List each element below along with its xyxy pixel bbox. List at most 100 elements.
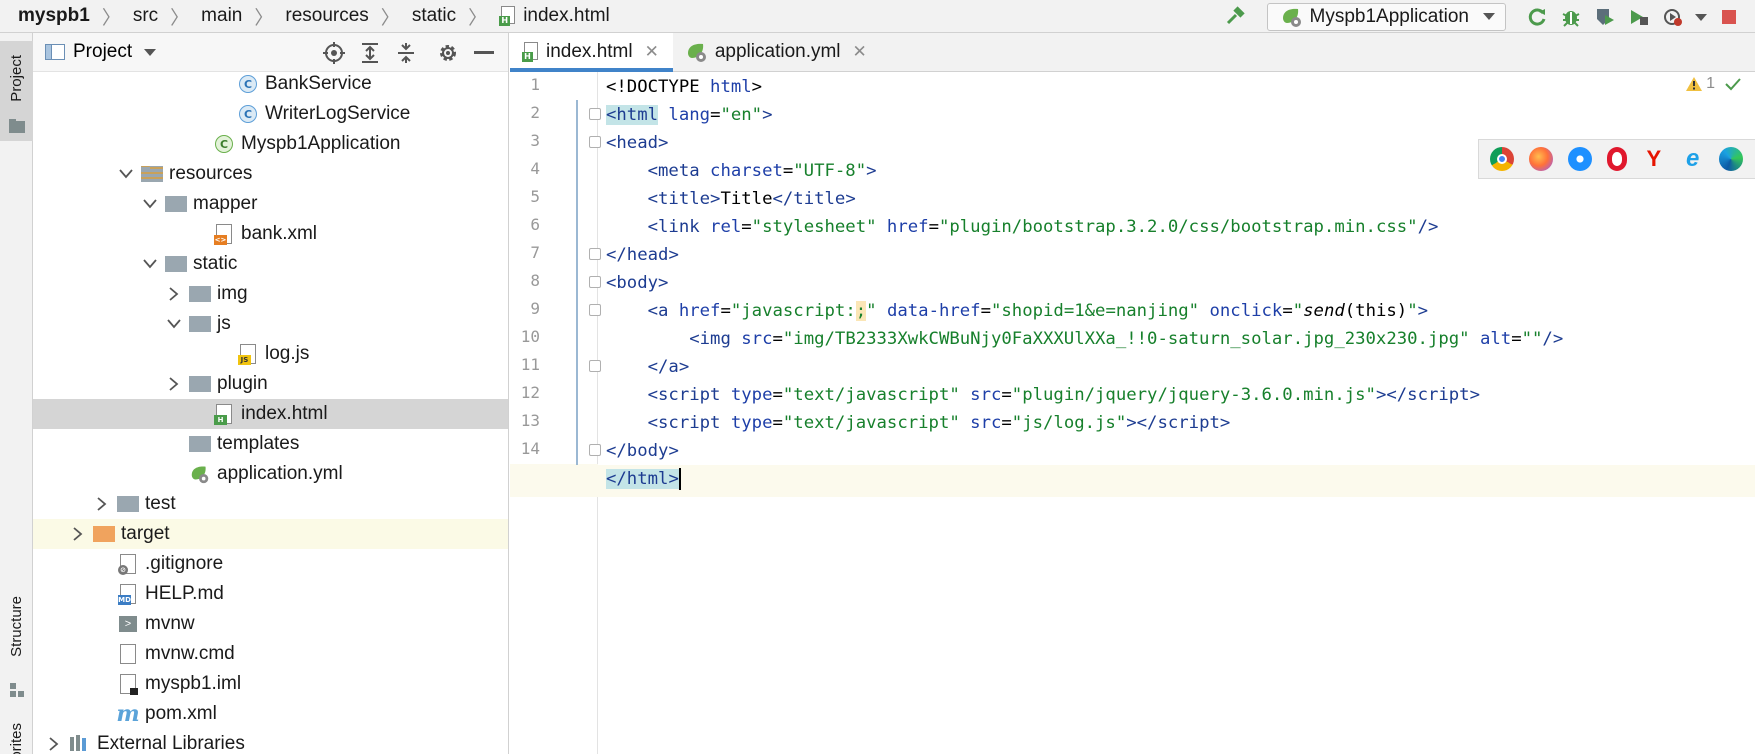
code-line-10[interactable]: <img src="img/TB2333XwkCWBuNjy0FaXXXUlXX…	[606, 324, 1563, 355]
build-hammer-icon[interactable]	[1222, 3, 1250, 31]
tree-item[interactable]: C Myspb1Application	[33, 129, 508, 159]
chevron-right-icon[interactable]	[67, 523, 89, 545]
chrome-icon[interactable]	[1490, 147, 1515, 171]
line-number[interactable]: 4	[510, 159, 540, 178]
line-number[interactable]: 13	[510, 411, 540, 430]
rerun-icon[interactable]	[1523, 3, 1551, 31]
chevron-right-icon[interactable]	[163, 373, 185, 395]
locate-icon[interactable]	[316, 37, 352, 69]
line-number[interactable]: 1	[510, 75, 540, 94]
chevron-right-icon[interactable]	[163, 283, 185, 305]
fold-marker-icon[interactable]	[589, 136, 601, 148]
inspection-widget[interactable]: 1	[1686, 75, 1741, 93]
code-line-4[interactable]: <meta charset="UTF-8">	[606, 156, 877, 187]
breadcrumb-static[interactable]: static	[412, 5, 456, 27]
structure-tool-tab[interactable]: Structure	[0, 573, 33, 703]
breadcrumb-main[interactable]: main	[201, 5, 242, 27]
chevron-down-icon[interactable]	[139, 253, 161, 275]
tree-item[interactable]: js	[33, 309, 508, 339]
profiler-icon[interactable]	[1625, 3, 1653, 31]
debug-icon[interactable]	[1557, 3, 1585, 31]
project-tool-tab[interactable]: Project	[0, 41, 33, 141]
line-number[interactable]: 6	[510, 215, 540, 234]
line-number[interactable]: 7	[510, 243, 540, 262]
line-number[interactable]: 10	[510, 327, 540, 346]
tree-item[interactable]: application.yml	[33, 459, 508, 489]
tree-item[interactable]: plugin	[33, 369, 508, 399]
fold-marker-icon[interactable]	[589, 360, 601, 372]
tree-item[interactable]: MD HELP.md	[33, 579, 508, 609]
tree-item[interactable]: m pom.xml	[33, 699, 508, 729]
fold-marker-icon[interactable]	[589, 248, 601, 260]
code-line-12[interactable]: <script type="text/javascript" src="plug…	[606, 380, 1480, 411]
tree-item[interactable]: resources	[33, 159, 508, 189]
code-line-3[interactable]: <head>	[606, 128, 668, 159]
project-view-selector[interactable]: Project	[73, 41, 132, 63]
fold-marker-icon[interactable]	[589, 444, 601, 456]
tab-index-html[interactable]: H index.html ✕	[510, 33, 673, 72]
line-number[interactable]: 8	[510, 271, 540, 290]
breadcrumb-index-html[interactable]: index.html	[523, 5, 610, 27]
code-line-6[interactable]: <link rel="stylesheet" href="plugin/boot…	[606, 212, 1439, 243]
line-number[interactable]: 2	[510, 103, 540, 122]
chevron-right-icon[interactable]	[43, 733, 65, 751]
fold-marker-icon[interactable]	[589, 304, 601, 316]
tree-item[interactable]: JS log.js	[33, 339, 508, 369]
line-number[interactable]: 14	[510, 439, 540, 458]
code-line-15[interactable]: </html>	[606, 464, 681, 495]
code-line-14[interactable]: </body>	[606, 436, 679, 467]
tab-application-yml[interactable]: application.yml ✕	[673, 33, 881, 71]
code-line-11[interactable]: </a>	[606, 352, 690, 383]
run-configuration-dropdown[interactable]: Myspb1Application	[1266, 2, 1506, 31]
tree-item[interactable]: img	[33, 279, 508, 309]
close-icon[interactable]: ✕	[853, 42, 867, 62]
expand-all-icon[interactable]	[352, 37, 388, 69]
tree-item[interactable]: templates	[33, 429, 508, 459]
yandex-icon[interactable]: Y	[1642, 147, 1666, 171]
more-run-options-icon[interactable]	[1693, 3, 1709, 31]
code-line-9[interactable]: <a href="javascript:;" data-href="shopid…	[606, 296, 1428, 327]
chevron-down-icon[interactable]	[163, 313, 185, 335]
code-line-2[interactable]: <html lang="en">	[606, 100, 773, 131]
code-line-5[interactable]: <title>Title</title>	[606, 184, 856, 215]
tree-item[interactable]: static	[33, 249, 508, 279]
line-number[interactable]: 12	[510, 383, 540, 402]
close-icon[interactable]: ✕	[645, 42, 659, 62]
stop-icon[interactable]	[1715, 3, 1743, 31]
breadcrumb-src[interactable]: src	[133, 5, 158, 27]
fold-marker-icon[interactable]	[589, 108, 601, 120]
breadcrumb-resources[interactable]: resources	[285, 5, 368, 27]
breadcrumb-project[interactable]: myspb1	[18, 5, 90, 27]
settings-gear-icon[interactable]	[430, 37, 466, 69]
tree-item[interactable]: ⊘ .gitignore	[33, 549, 508, 579]
tree-item[interactable]: <> bank.xml	[33, 219, 508, 249]
coverage-icon[interactable]	[1591, 3, 1619, 31]
tree-item[interactable]: External Libraries	[33, 729, 508, 751]
opera-icon[interactable]	[1606, 147, 1627, 171]
tree-item[interactable]: mapper	[33, 189, 508, 219]
tree-item[interactable]: target	[33, 519, 508, 549]
tree-item[interactable]: C WriterLogService	[33, 99, 508, 129]
tree-item[interactable]: C BankService	[33, 69, 508, 99]
code-line-8[interactable]: <body>	[606, 268, 668, 299]
firefox-icon[interactable]	[1529, 147, 1554, 171]
tree-item[interactable]: test	[33, 489, 508, 519]
code-line-7[interactable]: </head>	[606, 240, 679, 271]
line-number[interactable]: 3	[510, 131, 540, 150]
chevron-down-icon[interactable]	[144, 48, 157, 56]
chevron-right-icon[interactable]	[91, 493, 113, 515]
code-line-1[interactable]: <!DOCTYPE html>	[606, 72, 762, 103]
profile-run-icon[interactable]	[1659, 3, 1687, 31]
line-number[interactable]: 9	[510, 299, 540, 318]
tree-item[interactable]: Hindex.html	[33, 399, 508, 429]
collapse-all-icon[interactable]	[388, 37, 424, 69]
internet-explorer-icon[interactable]: e	[1681, 147, 1705, 171]
chevron-down-icon[interactable]	[139, 193, 161, 215]
safari-icon[interactable]	[1568, 147, 1593, 171]
chevron-down-icon[interactable]	[115, 163, 137, 185]
editor-gutter[interactable]: 123456789101112131415	[510, 72, 601, 754]
edge-icon[interactable]	[1719, 147, 1744, 171]
hide-icon[interactable]	[466, 37, 502, 69]
tree-item[interactable]: > mvnw	[33, 609, 508, 639]
tree-item[interactable]: mvnw.cmd	[33, 639, 508, 669]
